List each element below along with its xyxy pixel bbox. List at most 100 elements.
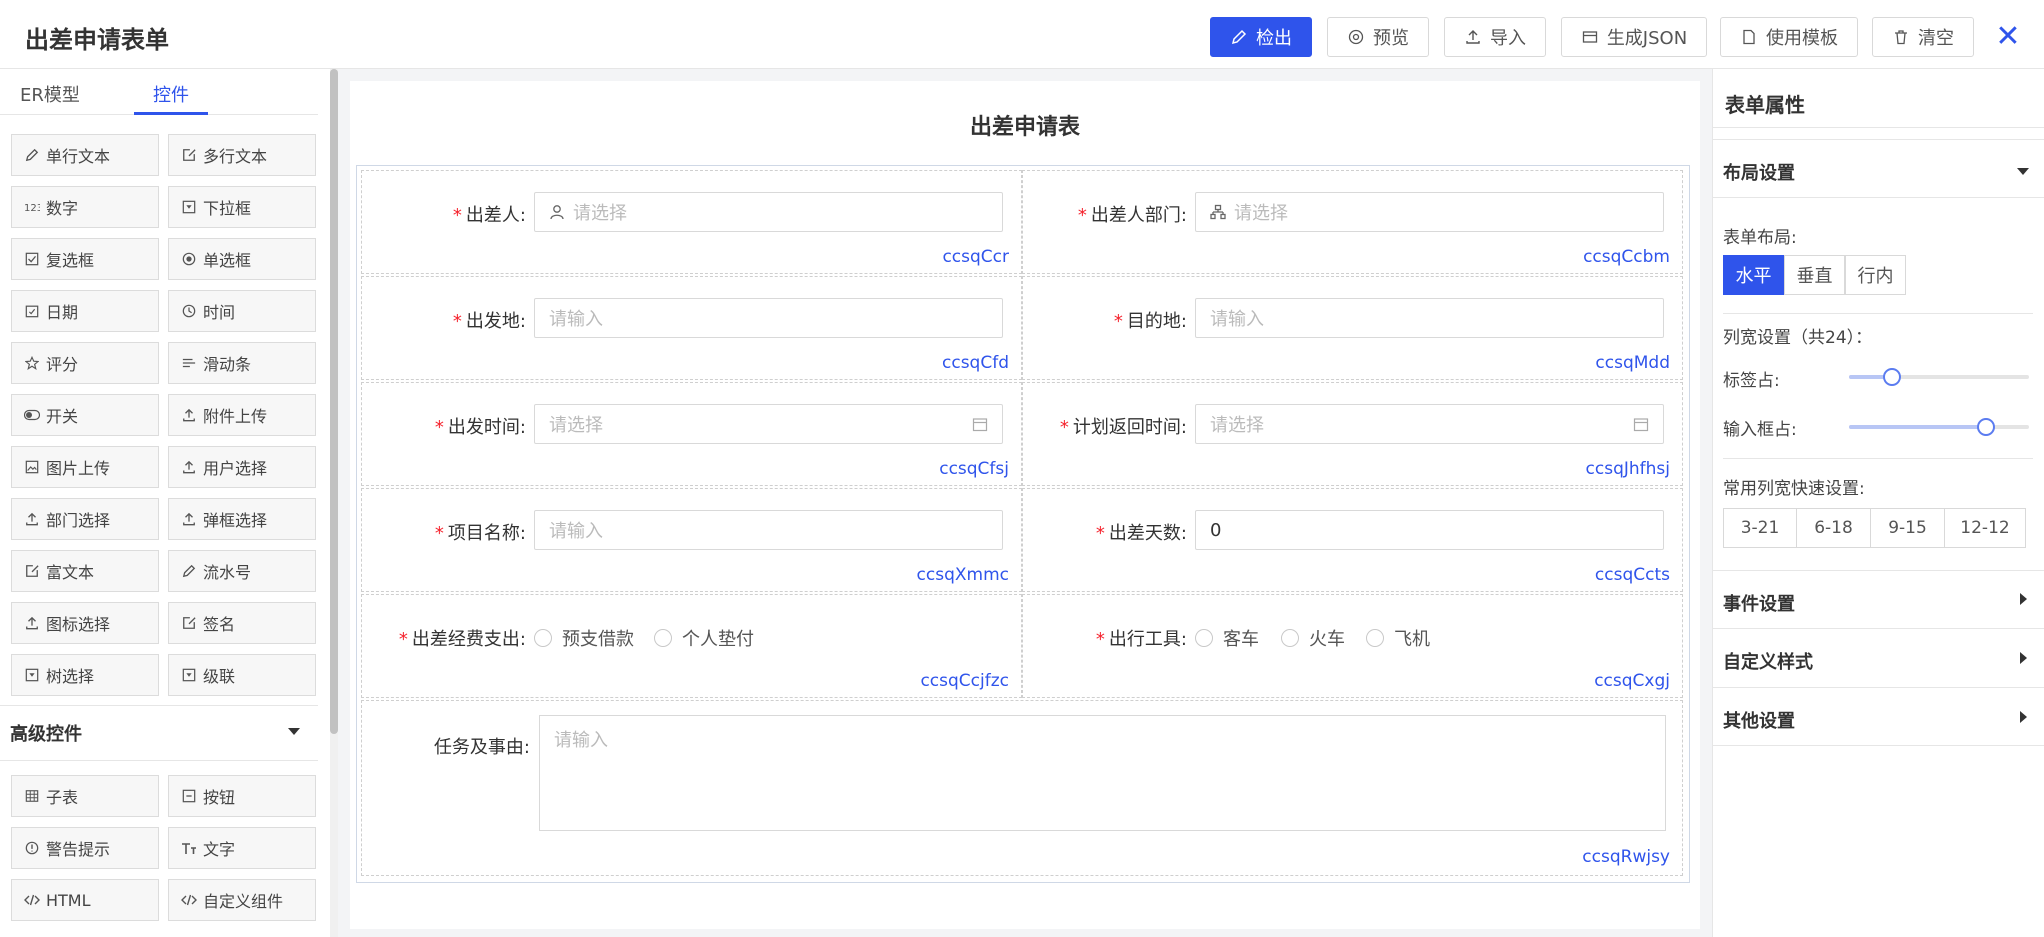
control-item[interactable]: 日期 [11,290,159,332]
control-label: 流水号 [203,563,252,582]
dest-label: * 目的地: [1113,311,1187,332]
control-item[interactable]: 附件上传 [168,394,316,436]
quick-width-12-12[interactable]: 12-12 [1944,508,2026,548]
field-id: ccsqXmmc [916,565,1009,585]
control-item[interactable]: 图片上传 [11,446,159,488]
use-template-button[interactable]: 使用模板 [1720,17,1858,57]
control-label: 签名 [203,615,236,634]
import-button[interactable]: 导入 [1444,17,1546,57]
from-input[interactable]: 请输入 [534,298,1003,338]
control-item[interactable]: 时间 [168,290,316,332]
input-span-fill [1849,425,1986,429]
field-cell-dept[interactable]: * 出差人部门: 请选择 ccsqCcbm [1022,170,1683,274]
check-button[interactable]: 检出 [1210,17,1312,57]
upload-icon [24,615,40,631]
control-item[interactable]: 警告提示 [11,827,159,869]
control-item[interactable]: 弹框选择 [168,498,316,540]
depart-time-label: * 出发时间: [434,417,526,438]
tab-er-model[interactable]: ER模型 [20,81,80,107]
check-button-label: 检出 [1256,28,1292,49]
control-label: 图片上传 [46,459,111,478]
label-span-handle[interactable] [1883,368,1902,386]
control-label: 滑动条 [203,355,252,374]
days-input[interactable]: 0 [1195,510,1664,550]
control-label: 数字 [46,199,79,218]
field-cell-from[interactable]: * 出发地: 请输入 ccsqCfd [361,276,1022,380]
radio-option-bus[interactable]: 客车 [1195,625,1259,651]
control-item[interactable]: 多行文本 [168,134,316,176]
control-item[interactable]: 单选框 [168,238,316,280]
control-item[interactable]: 下拉框 [168,186,316,228]
control-item[interactable]: HTML [11,879,159,921]
control-item[interactable]: 滑动条 [168,342,316,384]
control-label: 开关 [46,407,79,426]
control-item[interactable]: 签名 [168,602,316,644]
control-label: 评分 [46,355,79,374]
field-cell-depart-time[interactable]: * 出发时间: 请选择 ccsqCfsj [361,382,1022,486]
control-label: 警告提示 [46,840,111,859]
control-item[interactable]: 评分 [11,342,159,384]
control-item[interactable]: 单行文本 [11,134,159,176]
field-cell-applicant[interactable]: * 出差人: 请选择 ccsqCcr [361,170,1022,274]
radio-option-personal[interactable]: 个人垫付 [654,625,754,651]
layout-horizontal-option[interactable]: 水平 [1723,255,1784,295]
app-title: 出差申请表单 [25,26,169,54]
dept-select[interactable]: 请选择 [1195,192,1664,232]
pencil-icon [181,563,197,579]
input-span-handle[interactable] [1976,418,1995,436]
control-item[interactable]: 级联 [168,654,316,696]
radio-option-plane[interactable]: 飞机 [1366,625,1430,651]
advanced-controls-header[interactable]: 高级控件 [0,705,318,761]
control-item[interactable]: 用户选择 [168,446,316,488]
transport-label: * 出行工具: [1095,629,1187,650]
project-input[interactable]: 请输入 [534,510,1003,550]
control-label: 复选框 [46,251,95,270]
quick-width-3-21[interactable]: 3-21 [1723,508,1797,548]
depart-time-picker[interactable]: 请选择 [534,404,1003,444]
control-item[interactable]: 按钮 [168,775,316,817]
dest-input[interactable]: 请输入 [1195,298,1664,338]
column-width-label: 列宽设置（共24）： [1723,328,1873,348]
control-item[interactable]: 开关 [11,394,159,436]
reason-textarea[interactable]: 请输入 [539,715,1666,831]
field-cell-reason[interactable]: 任务及事由: 请输入 ccsqRwjsy [361,700,1683,876]
layout-vertical-option[interactable]: 垂直 [1784,255,1845,295]
control-label: 级联 [203,667,236,686]
applicant-select[interactable]: 请选择 [534,192,1003,232]
radio-option-advance[interactable]: 预支借款 [534,625,634,651]
clear-button[interactable]: 清空 [1872,17,1974,57]
field-cell-dest[interactable]: * 目的地: 请输入 ccsqMdd [1022,276,1683,380]
control-item[interactable]: 树选择 [11,654,159,696]
control-item[interactable]: 子表 [11,775,159,817]
control-item[interactable]: 流水号 [168,550,316,592]
field-cell-days[interactable]: * 出差天数: 0 ccsqCcts [1022,488,1683,592]
control-item[interactable]: 部门选择 [11,498,159,540]
field-id: ccsqCcjfzc [920,671,1009,691]
field-cell-expense[interactable]: * 出差经费支出: 预支借款 个人垫付 ccsqCcjfzc [361,594,1022,698]
layout-inline-option[interactable]: 行内 [1845,255,1906,295]
field-cell-project[interactable]: * 项目名称: 请输入 ccsqXmmc [361,488,1022,592]
edit-box-icon [181,147,197,163]
control-label: 下拉框 [203,199,252,218]
control-label: 部门选择 [46,511,111,530]
control-item[interactable]: 复选框 [11,238,159,280]
control-item[interactable]: 123 数字 [11,186,159,228]
control-item[interactable]: 图标选择 [11,602,159,644]
quick-width-9-15[interactable]: 9-15 [1870,508,1945,548]
control-item[interactable]: 文字 [168,827,316,869]
control-item[interactable]: 自定义组件 [168,879,316,921]
control-item[interactable]: 富文本 [11,550,159,592]
quick-width-6-18[interactable]: 6-18 [1796,508,1871,548]
control-label: 单选框 [203,251,252,270]
field-cell-return-time[interactable]: * 计划返回时间: 请选择 ccsqJhfhsj [1022,382,1683,486]
return-time-picker[interactable]: 请选择 [1195,404,1664,444]
applicant-label: * 出差人: [452,205,526,226]
star-icon [24,355,40,371]
preview-button[interactable]: 预览 [1327,17,1429,57]
field-cell-transport[interactable]: * 出行工具: 客车 火车 飞机 ccsqCxgj [1022,594,1683,698]
left-scroll-thumb[interactable] [330,69,338,734]
radio-option-train[interactable]: 火车 [1281,625,1345,651]
tab-controls[interactable]: 控件 [153,81,189,107]
generate-json-button[interactable]: 生成JSON [1561,17,1707,57]
close-icon[interactable]: ✕ [1994,19,2022,54]
